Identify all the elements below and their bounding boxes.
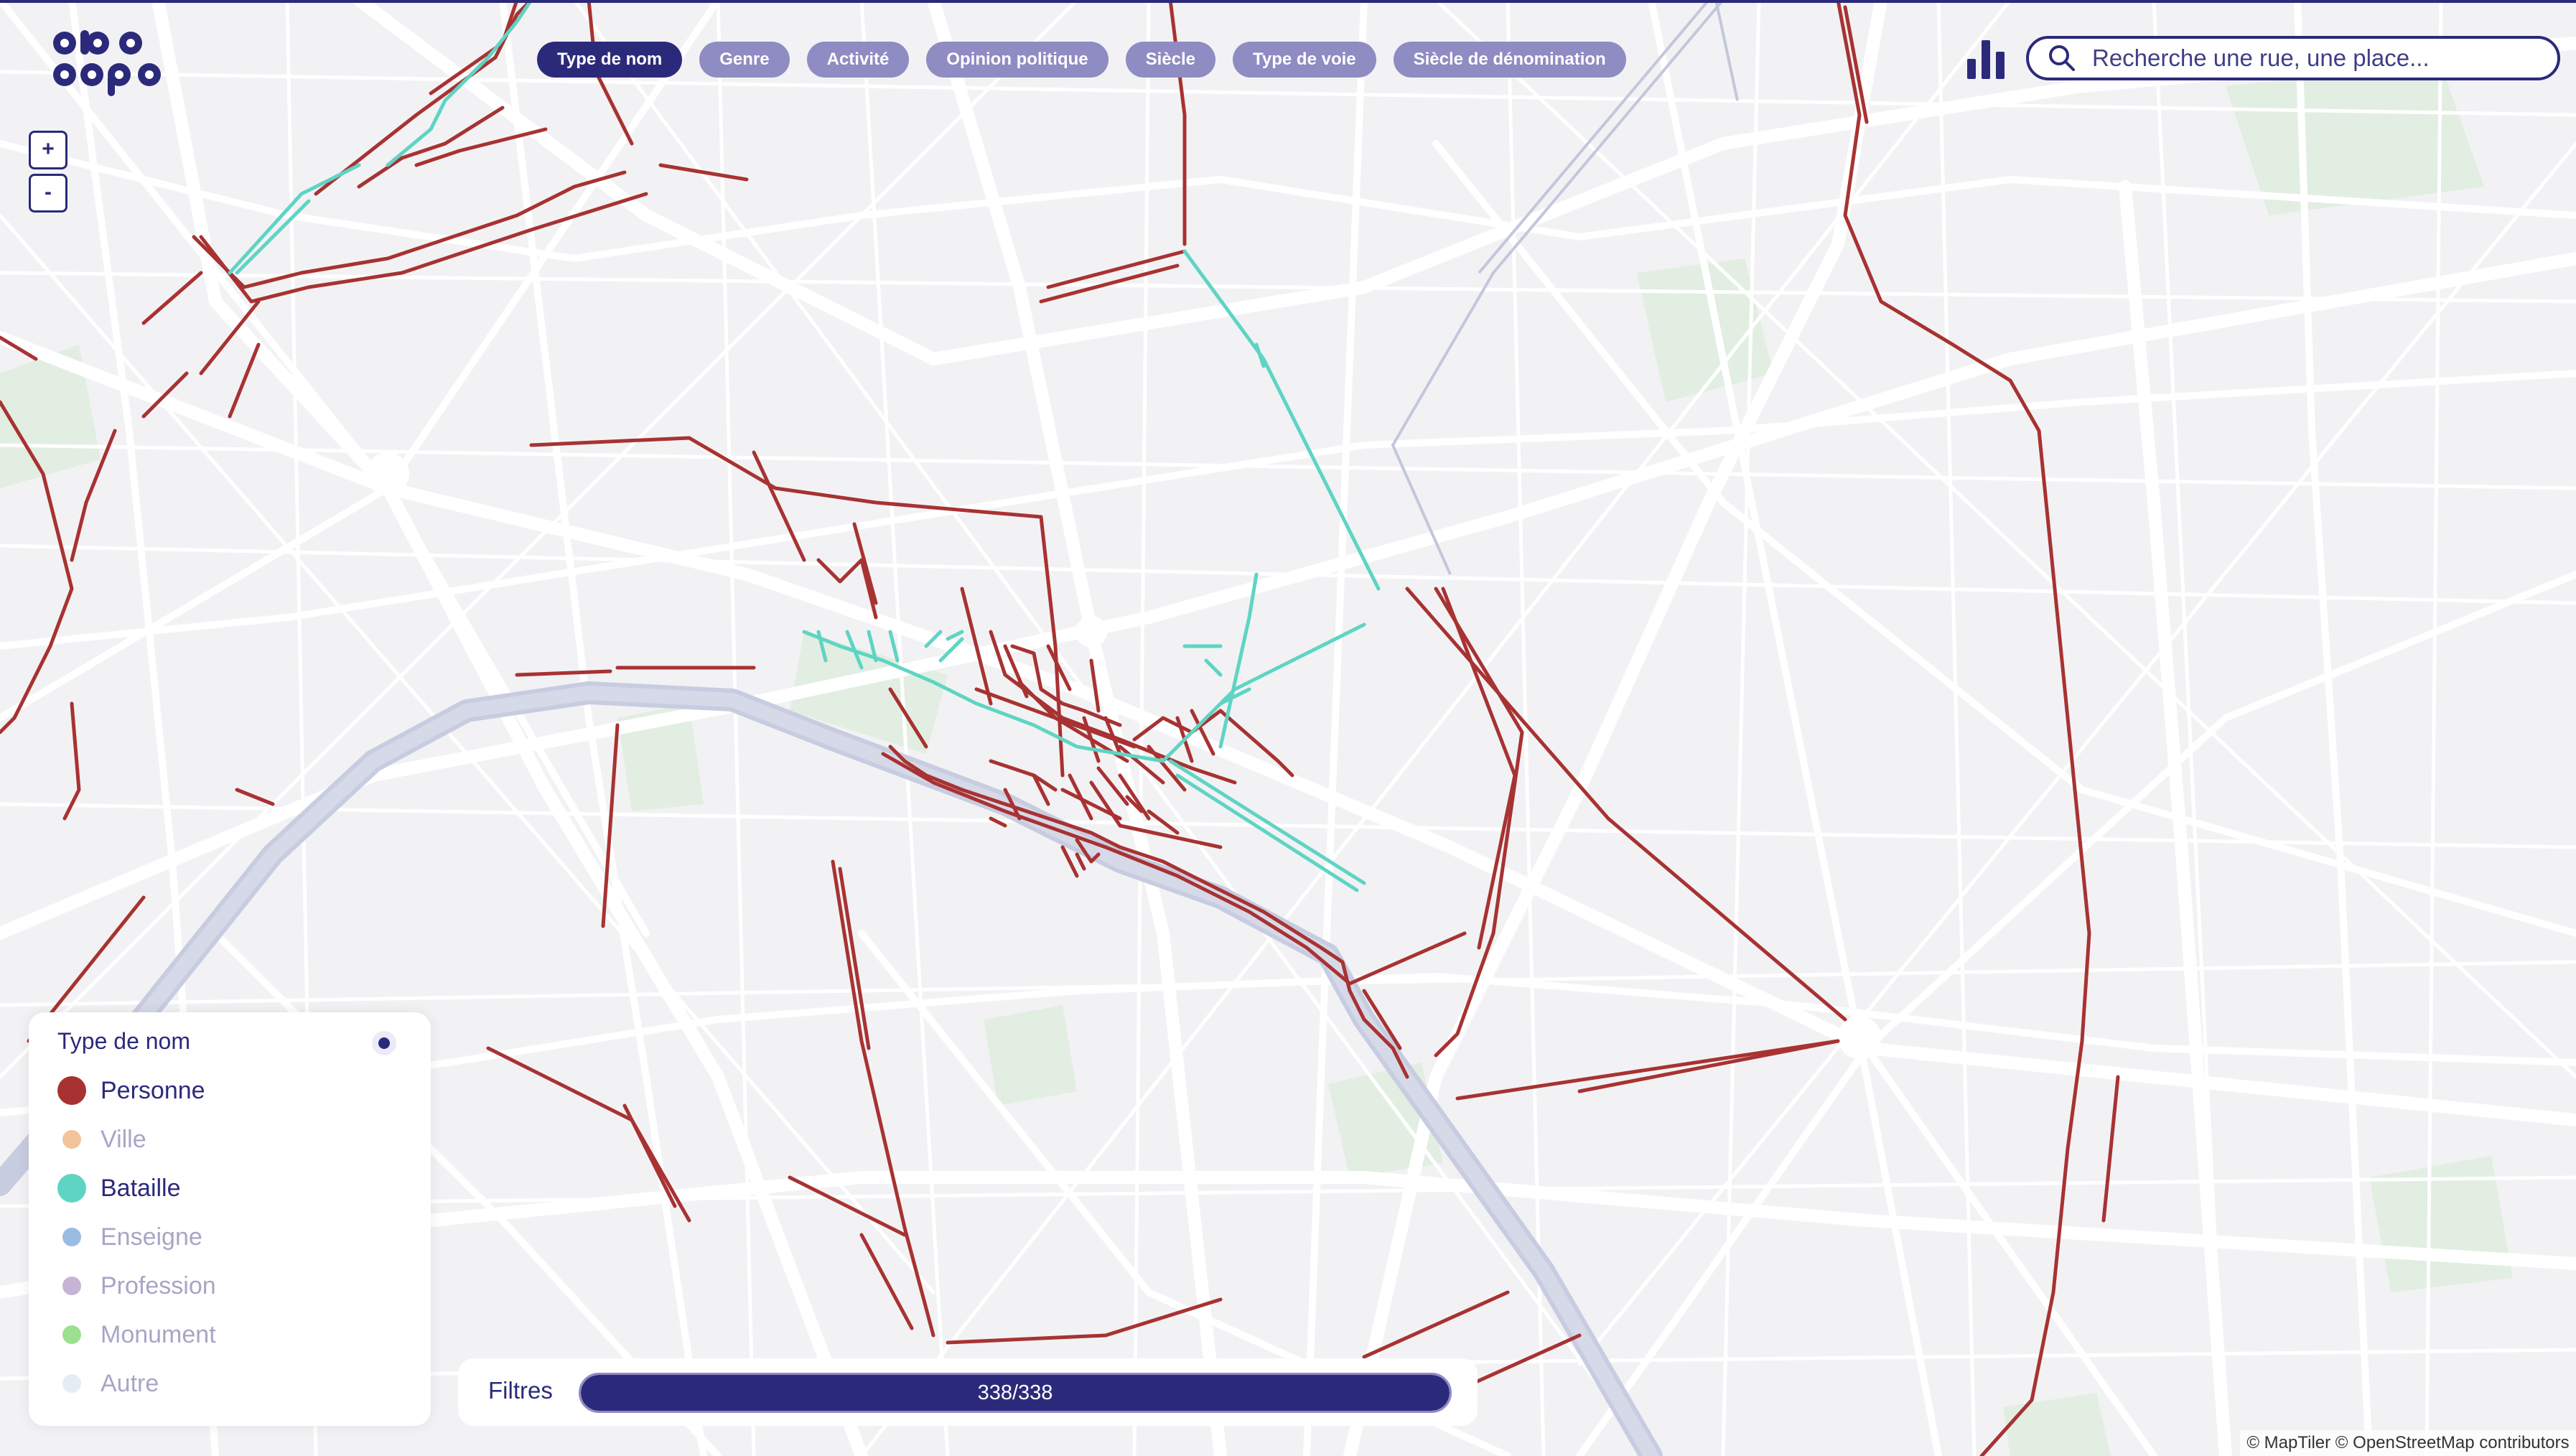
category-tabs: Type de nom Genre Activité Opinion polit… [537,42,1626,78]
stats-button[interactable] [1966,37,2007,80]
zoom-in-button[interactable]: + [29,131,67,169]
legend-item-ville[interactable]: Ville [57,1121,146,1157]
legend-toggle-button[interactable] [372,1031,396,1055]
search-icon [2049,45,2075,71]
search-box[interactable] [2026,36,2560,80]
chip-siecle-de-denomination[interactable]: Siècle de dénomination [1393,42,1626,78]
chip-type-de-nom[interactable]: Type de nom [537,42,683,78]
bar-chart-icon [1967,40,2005,79]
legend-item-personne[interactable]: Personne [57,1073,205,1109]
legend-item-label: Autre [101,1369,159,1397]
legend-item-label: Ville [101,1125,146,1153]
legend-item-bataille[interactable]: Bataille [57,1170,181,1206]
legend-item-label: Enseigne [101,1223,202,1251]
legend-color-dot [62,1228,81,1246]
map-attribution[interactable]: © MapTiler © OpenStreetMap contributors [2240,1430,2576,1456]
legend-color-dot [62,1277,81,1295]
legend-item-profession[interactable]: Profession [57,1268,216,1304]
legend-item-label: Profession [101,1271,216,1299]
odo-dapa-logo-icon [53,30,161,96]
zoom-out-button[interactable]: - [29,174,67,213]
legend-color-dot [57,1076,86,1105]
search-input[interactable] [2091,44,2553,73]
legend-panel: Type de nom Personne Ville Bataille Ense… [29,1012,431,1426]
filters-label[interactable]: Filtres [488,1377,553,1404]
legend-item-enseigne[interactable]: Enseigne [57,1219,202,1255]
legend-color-dot [62,1325,81,1344]
chip-activite[interactable]: Activité [806,42,910,78]
legend-item-autre[interactable]: Autre [57,1366,159,1401]
app-logo[interactable] [52,27,167,99]
top-border [0,0,2576,3]
legend-title: Type de nom [57,1028,190,1054]
filters-panel: Filtres 338/338 [458,1358,1478,1426]
legend-item-label: Monument [101,1320,216,1348]
filters-progress-bar[interactable]: 338/338 [579,1373,1452,1413]
chip-type-de-voie[interactable]: Type de voie [1233,42,1376,78]
legend-item-label: Bataille [101,1174,181,1202]
legend-color-dot [62,1374,81,1393]
chip-siecle[interactable]: Siècle [1125,42,1216,78]
legend-color-dot [62,1130,81,1149]
filters-count: 338/338 [977,1381,1053,1404]
legend-item-label: Personne [101,1076,205,1104]
legend-color-dot [57,1174,86,1203]
chip-genre[interactable]: Genre [699,42,790,78]
chip-opinion-politique[interactable]: Opinion politique [926,42,1109,78]
legend-item-monument[interactable]: Monument [57,1317,216,1353]
